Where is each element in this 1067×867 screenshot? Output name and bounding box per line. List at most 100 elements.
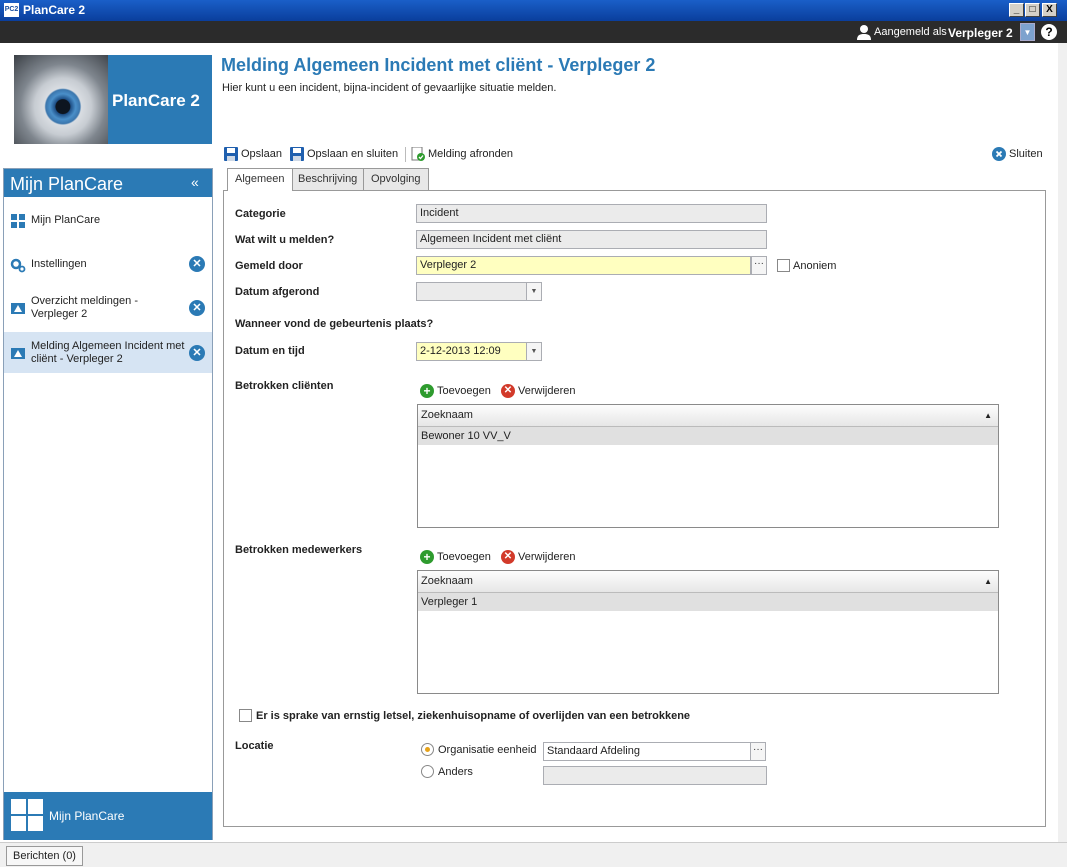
melden-field: Algemeen Incident met cliënt — [416, 230, 767, 249]
grid-column-label: Zoeknaam — [421, 575, 473, 587]
eye-logo-image — [14, 55, 108, 144]
tab-beschrijving[interactable]: Beschrijving — [290, 168, 366, 190]
anders-label: Anders — [438, 766, 473, 778]
save-close-button[interactable]: Opslaan en sluiten — [290, 147, 398, 162]
close-circle-icon — [992, 147, 1006, 162]
save-label: Opslaan — [241, 148, 282, 160]
sidebar-item-melding[interactable]: Melding Algemeen Incident met cliënt - V… — [4, 332, 212, 373]
ernstig-letsel-checkbox[interactable] — [239, 709, 252, 722]
gears-icon — [10, 258, 26, 273]
tab-opvolging[interactable]: Opvolging — [363, 168, 429, 190]
sidebar-item-overzicht[interactable]: Overzicht meldingen - Verpleger 2 ✕ — [4, 289, 212, 325]
remove-employee-button[interactable]: ✕ Verwijderen — [501, 549, 575, 565]
add-employee-button[interactable]: + Toevoegen — [420, 549, 491, 565]
organisatie-field[interactable]: Standaard Afdeling — [543, 742, 751, 761]
remove-label: Verwijderen — [518, 385, 576, 397]
maximize-button[interactable]: □ — [1025, 3, 1040, 17]
page-subtitle: Hier kunt u een incident, bijna-incident… — [222, 82, 557, 94]
sidebar-footer-label: Mijn PlanCare — [49, 809, 125, 823]
close-page-button[interactable]: Sluiten — [992, 147, 1043, 162]
remove-label: Verwijderen — [518, 551, 576, 563]
grid-icon — [11, 799, 43, 831]
window-edge — [1058, 43, 1067, 842]
user-icon — [857, 25, 871, 40]
table-row[interactable]: Bewoner 10 VV_V — [418, 427, 998, 445]
remove-icon: ✕ — [501, 384, 515, 399]
grid-icon — [11, 214, 25, 228]
datum-tijd-dropdown[interactable]: ▼ — [526, 342, 542, 361]
user-bar: Aangemeld als Verpleger 2 ▼ ? — [0, 21, 1067, 43]
tab-algemeen[interactable]: Algemeen — [227, 168, 293, 191]
datum-afgerond-label: Datum afgerond — [235, 286, 320, 298]
toolbar-divider — [405, 147, 406, 162]
minimize-button[interactable]: _ — [1009, 3, 1024, 17]
wanneer-heading: Wanneer vond de gebeurtenis plaats? — [235, 318, 434, 330]
clienten-grid: Zoeknaam ▲ Bewoner 10 VV_V — [417, 404, 999, 528]
user-name: Verpleger 2 — [948, 26, 1013, 40]
sidebar-item-mijn-plancare[interactable]: Mijn PlanCare — [4, 207, 212, 233]
datum-afgerond-dropdown: ▼ — [526, 282, 542, 301]
close-window-button[interactable]: X — [1042, 3, 1057, 17]
warning-folder-icon — [11, 348, 25, 359]
sidebar-title: Mijn PlanCare — [10, 174, 124, 194]
datum-tijd-field[interactable]: 2-12-2013 12:09 — [416, 342, 527, 361]
add-label: Toevoegen — [437, 551, 491, 563]
close-tab-icon[interactable]: ✕ — [189, 345, 205, 361]
grid-column-label: Zoeknaam — [421, 409, 473, 421]
anders-field — [543, 766, 767, 785]
grid-header[interactable]: Zoeknaam ▲ — [418, 571, 998, 593]
app-icon: PC2 — [4, 3, 19, 17]
close-label: Sluiten — [1009, 148, 1043, 160]
warning-folder-icon — [11, 303, 25, 314]
collapse-icon[interactable]: « — [191, 174, 199, 190]
categorie-label: Categorie — [235, 208, 286, 220]
sidebar-item-label: Melding Algemeen Incident met cliënt - V… — [31, 340, 185, 365]
categorie-field: Incident — [416, 204, 767, 223]
user-menu-dropdown[interactable]: ▼ — [1020, 23, 1035, 41]
datum-tijd-label: Datum en tijd — [235, 345, 305, 357]
datum-afgerond-field — [416, 282, 527, 301]
sidebar-item-instellingen[interactable]: Instellingen ✕ — [4, 251, 212, 277]
plus-icon: + — [420, 550, 434, 565]
sidebar: Mijn PlanCare « Mijn PlanCare Instelling… — [3, 168, 213, 840]
sidebar-item-label: Instellingen — [31, 258, 87, 270]
gemeld-door-field[interactable]: Verpleger 2 — [416, 256, 751, 275]
sort-up-icon: ▲ — [984, 411, 992, 420]
grid-header[interactable]: Zoeknaam ▲ — [418, 405, 998, 427]
ernstig-letsel-label: Er is sprake van ernstig letsel, ziekenh… — [256, 710, 691, 722]
clienten-label: Betrokken cliënten — [235, 380, 334, 392]
add-label: Toevoegen — [437, 385, 491, 397]
plus-icon: + — [420, 384, 434, 399]
gemeld-door-label: Gemeld door — [235, 260, 303, 272]
organisatie-label: Organisatie eenheid — [438, 744, 537, 756]
save-button[interactable]: Opslaan — [224, 147, 282, 162]
window-title: PlanCare 2 — [23, 3, 86, 17]
remove-client-button[interactable]: ✕ Verwijderen — [501, 383, 575, 399]
page-title: Melding Algemeen Incident met cliënt - V… — [221, 55, 656, 75]
close-tab-icon[interactable]: ✕ — [189, 256, 205, 272]
document-check-icon — [411, 147, 425, 162]
locatie-label: Locatie — [235, 740, 274, 752]
brand-name: PlanCare 2 — [112, 91, 200, 110]
sidebar-footer[interactable]: Mijn PlanCare — [4, 792, 212, 840]
anoniem-checkbox[interactable] — [777, 259, 790, 272]
berichten-button[interactable]: Berichten (0) — [6, 846, 83, 866]
gemeld-door-browse-button[interactable]: ··· — [751, 256, 767, 275]
organisatie-radio[interactable] — [421, 743, 434, 756]
floppy-icon — [290, 147, 304, 162]
medewerkers-grid: Zoeknaam ▲ Verpleger 1 — [417, 570, 999, 694]
organisatie-browse-button[interactable]: ··· — [750, 742, 766, 761]
sidebar-header: Mijn PlanCare « — [4, 169, 212, 197]
window-titlebar: PC2 PlanCare 2 _ □ X — [0, 0, 1067, 21]
medewerkers-label: Betrokken medewerkers — [235, 544, 363, 556]
finish-report-button[interactable]: Melding afronden — [411, 147, 513, 162]
close-tab-icon[interactable]: ✕ — [189, 300, 205, 316]
help-icon[interactable]: ? — [1041, 24, 1057, 40]
add-client-button[interactable]: + Toevoegen — [420, 383, 491, 399]
melden-label: Wat wilt u melden? — [235, 234, 335, 246]
anders-radio[interactable] — [421, 765, 434, 778]
brand-logo: PlanCare 2 — [108, 55, 212, 144]
table-row[interactable]: Verpleger 1 — [418, 593, 998, 611]
remove-icon: ✕ — [501, 550, 515, 565]
status-bar: Berichten (0) — [0, 842, 1067, 867]
